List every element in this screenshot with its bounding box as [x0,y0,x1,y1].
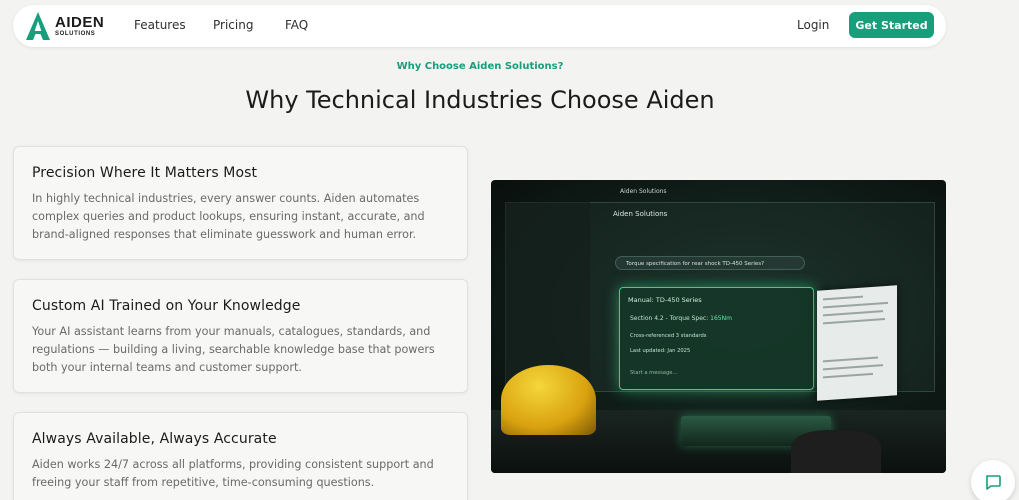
nav-link-pricing[interactable]: Pricing [213,18,253,32]
login-link[interactable]: Login [797,18,829,32]
panel-title: Aiden Solutions [613,210,668,218]
answer-updated: Last updated: Jan 2025 [630,348,691,354]
answer-card: Manual: TD-450 Series Section 4.2 - Torq… [619,287,814,390]
section-title: Why Technical Industries Choose Aiden [245,86,715,114]
answer-card-title: Manual: TD-450 Series [628,296,702,304]
answer-section: Section 4.2 - Torque Spec: [630,315,709,322]
hero-illustration: Aiden Solutions Aiden Solutions Torque s… [491,180,946,473]
feature-card-title: Precision Where It Matters Most [32,165,258,181]
app-topbar: Aiden Solutions [505,184,935,202]
feature-card-availability: Always Available, Always Accurate Aiden … [13,412,468,500]
chat-bubble-icon [986,475,1001,490]
feature-card-body: Your AI assistant learns from your manua… [32,325,435,374]
feature-card-custom-ai: Custom AI Trained on Your Knowledge Your… [13,279,468,393]
feature-card-body: In highly technical industries, every an… [32,192,425,241]
aiden-a-logo-icon [26,12,50,40]
top-navigation: AIDEN SOLUTIONS Features Pricing FAQ Log… [13,5,946,47]
nav-link-features[interactable]: Features [134,18,186,32]
brand-logo[interactable]: AIDEN SOLUTIONS [25,11,104,41]
hand [791,430,881,473]
feature-card-title: Always Available, Always Accurate [32,431,277,447]
feature-card-title: Custom AI Trained on Your Knowledge [32,298,301,314]
chat-widget-button[interactable] [971,460,1015,500]
manual-document [817,285,897,401]
brand-tagline: SOLUTIONS [55,31,96,37]
answer-value: 165Nm [710,315,732,322]
answer-spec-line: Section 4.2 - Torque Spec: 165Nm [630,315,732,322]
answer-input: Start a message... [630,370,678,376]
feature-card-precision: Precision Where It Matters Most In highl… [13,146,468,260]
get-started-button[interactable]: Get Started [849,12,934,38]
answer-reference: Cross-referenced 3 standards [630,333,707,339]
feature-card-body: Aiden works 24/7 across all platforms, p… [32,458,434,489]
nav-link-faq[interactable]: FAQ [285,18,308,32]
brand-name: AIDEN [55,14,105,31]
hard-hat [501,365,596,435]
query-search-bar: Torque specification for rear shock TD-4… [615,256,805,270]
app-sidebar [505,202,590,392]
app-title: Aiden Solutions [620,188,667,195]
section-eyebrow: Why Choose Aiden Solutions? [396,61,564,72]
